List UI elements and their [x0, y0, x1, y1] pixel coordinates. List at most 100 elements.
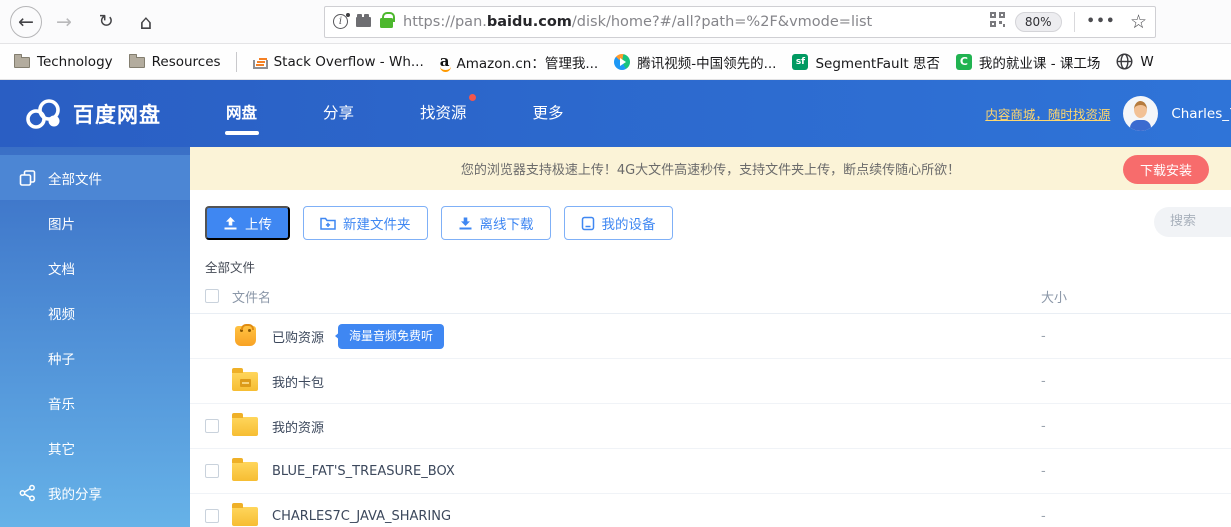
offline-download-button[interactable]: 离线下载	[441, 206, 551, 240]
address-bar[interactable]: i https://pan.baidu.com/disk/home?#/all?…	[324, 6, 1156, 38]
nav-tab-share[interactable]: 分享	[323, 91, 354, 137]
row-checkbox[interactable]	[205, 419, 219, 433]
reload-button[interactable]: ↻	[90, 6, 122, 38]
notification-dot	[469, 94, 476, 101]
sidebar-item-torrents[interactable]: 种子	[0, 335, 190, 380]
home-icon: ⌂	[140, 10, 153, 34]
screen: { "browser": { "icons": { "back": "←", "…	[0, 0, 1231, 527]
file-list-header: 文件名 大小	[190, 279, 1231, 314]
bookmark-stackoverflow[interactable]: Stack Overflow - Wh...	[244, 54, 432, 70]
qr-code-icon[interactable]	[990, 12, 1005, 31]
sidebar-item-videos[interactable]: 视频	[0, 290, 190, 335]
sidebar-item-pictures[interactable]: 图片	[0, 200, 190, 245]
bookmark-kegongchang[interactable]: C 我的就业课 - 课工场	[948, 52, 1108, 72]
zoom-level-badge[interactable]: 80%	[1015, 12, 1062, 32]
sidebar-item-label: 视频	[48, 303, 75, 323]
file-row-java-sharing[interactable]: CHARLES7C_JAVA_SHARING -	[190, 494, 1231, 527]
back-button[interactable]: ←	[10, 6, 42, 38]
file-name[interactable]: 我的卡包	[272, 372, 324, 391]
folder-icon	[14, 57, 30, 68]
site-info-icon[interactable]: i	[333, 14, 348, 29]
my-device-button[interactable]: 我的设备	[564, 206, 673, 240]
new-folder-button[interactable]: 新建文件夹	[303, 206, 428, 240]
share-icon	[19, 484, 36, 501]
column-size: 大小	[1041, 287, 1231, 306]
amazon-icon: a	[440, 54, 450, 69]
bookmark-folder-resources[interactable]: Resources	[121, 54, 229, 70]
file-name[interactable]: 我的资源	[272, 417, 324, 436]
file-size: -	[1041, 419, 1231, 434]
bookmark-label: W	[1140, 54, 1153, 70]
file-name[interactable]: 已购资源	[272, 327, 324, 346]
camera-permission-icon[interactable]	[356, 17, 371, 27]
sidebar-item-others[interactable]: 其它	[0, 425, 190, 470]
bookmark-label: Stack Overflow - Wh...	[274, 54, 424, 70]
bookmark-amazon[interactable]: a Amazon.cn：管理我...	[432, 52, 606, 72]
reload-icon: ↻	[98, 11, 113, 32]
home-button[interactable]: ⌂	[130, 6, 162, 38]
sidebar-item-label: 音乐	[48, 393, 75, 413]
nav-tab-more[interactable]: 更多	[533, 91, 564, 137]
sidebar-item-label: 种子	[48, 348, 75, 368]
forward-button[interactable]: →	[48, 6, 80, 38]
sidebar: 全部文件 图片 文档 视频 种子 音乐 其它 我的分享	[0, 147, 190, 527]
download-icon	[458, 216, 473, 231]
forward-icon: →	[56, 11, 72, 33]
kegongchang-icon: C	[956, 54, 972, 70]
purchased-bag-icon	[231, 324, 259, 348]
avatar[interactable]	[1123, 96, 1158, 131]
download-install-button[interactable]: 下载安装	[1123, 155, 1209, 184]
notice-text: 您的浏览器支持极速上传！4G大文件高速秒传，支持文件夹上传，断点续传随心所欲！	[461, 159, 960, 178]
file-size: -	[1041, 464, 1231, 479]
content-mall-link[interactable]: 内容商城，随时找资源	[985, 104, 1110, 123]
username[interactable]: Charles_7c	[1171, 106, 1231, 122]
upload-button[interactable]: 上传	[205, 206, 290, 240]
bookmark-label: SegmentFault 思否	[815, 52, 939, 72]
sidebar-item-label: 我的分享	[48, 483, 102, 503]
bookmark-tencent-video[interactable]: 腾讯视频-中国领先的...	[606, 52, 784, 72]
file-name[interactable]: BLUE_FAT'S_TREASURE_BOX	[272, 464, 455, 479]
file-size: -	[1041, 329, 1231, 344]
file-name[interactable]: CHARLES7C_JAVA_SHARING	[272, 509, 451, 524]
bookmarks-bar: Technology Resources Stack Overflow - Wh…	[0, 44, 1231, 80]
sidebar-item-label: 全部文件	[48, 168, 102, 188]
main-content: 您的浏览器支持极速上传！4G大文件高速秒传，支持文件夹上传，断点续传随心所欲！ …	[190, 147, 1231, 527]
upload-icon	[223, 216, 238, 231]
row-checkbox[interactable]	[205, 509, 219, 523]
bookmark-star-icon[interactable]: ☆	[1130, 11, 1147, 33]
tencent-video-icon	[614, 54, 630, 70]
bookmark-label: Amazon.cn：管理我...	[457, 52, 599, 72]
select-all-checkbox[interactable]	[205, 289, 219, 303]
audio-promo-badge: 海量音频免费听	[338, 324, 444, 349]
file-row-card-pack[interactable]: 我的卡包 -	[190, 359, 1231, 404]
sidebar-item-my-shares[interactable]: 我的分享	[0, 470, 190, 515]
row-checkbox[interactable]	[205, 464, 219, 478]
upload-notice-banner: 您的浏览器支持极速上传！4G大文件高速秒传，支持文件夹上传，断点续传随心所欲！ …	[190, 147, 1231, 190]
bookmark-globe[interactable]: W	[1108, 53, 1161, 70]
bookmark-segmentfault[interactable]: sf SegmentFault 思否	[784, 52, 947, 72]
nav-tab-find-resources[interactable]: 找资源	[420, 91, 467, 137]
file-row-purchased[interactable]: 已购资源 海量音频免费听 -	[190, 314, 1231, 359]
back-icon: ←	[18, 11, 34, 33]
site-header: 百度网盘 网盘 分享 找资源 更多 内容商城，随时找资源 Charles_7c	[0, 80, 1231, 147]
sidebar-item-documents[interactable]: 文档	[0, 245, 190, 290]
segmentfault-icon: sf	[792, 54, 808, 70]
file-row-treasure-box[interactable]: BLUE_FAT'S_TREASURE_BOX -	[190, 449, 1231, 494]
new-folder-icon	[320, 216, 336, 230]
search-input[interactable]: 搜索	[1154, 207, 1231, 237]
nav-tab-disk[interactable]: 网盘	[226, 91, 257, 137]
folder-icon	[231, 414, 259, 438]
bookmark-label: Resources	[152, 54, 221, 70]
sidebar-item-all-files[interactable]: 全部文件	[0, 155, 190, 200]
file-row-my-resources[interactable]: 我的资源 -	[190, 404, 1231, 449]
stackoverflow-icon	[252, 55, 267, 69]
bookmark-label: 我的就业课 - 课工场	[979, 52, 1100, 72]
url-text[interactable]: https://pan.baidu.com/disk/home?#/all?pa…	[403, 14, 984, 30]
sidebar-item-music[interactable]: 音乐	[0, 380, 190, 425]
main-nav: 网盘 分享 找资源 更多	[193, 91, 597, 137]
folder-icon	[231, 459, 259, 483]
globe-icon	[1116, 53, 1133, 70]
bookmark-folder-technology[interactable]: Technology	[6, 54, 121, 70]
page-actions-icon[interactable]: •••	[1087, 14, 1116, 29]
baidu-pan-logo[interactable]: 百度网盘	[24, 98, 161, 130]
